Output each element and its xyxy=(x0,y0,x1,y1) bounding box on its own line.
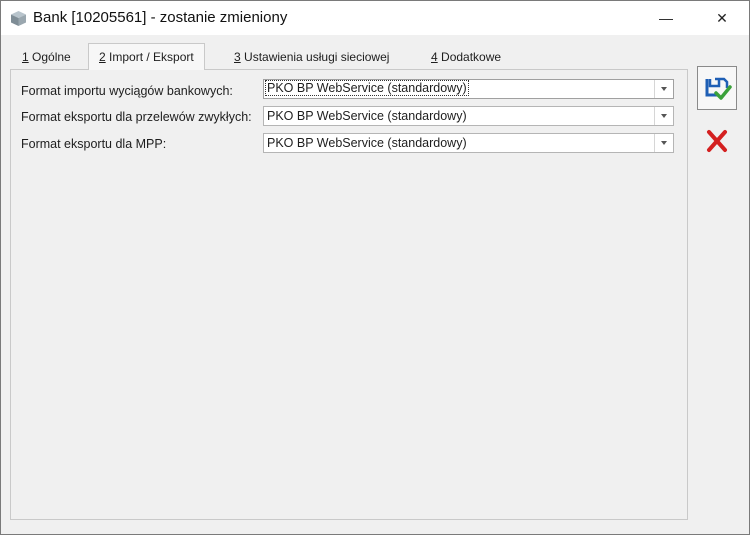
tab-ogolne[interactable]: 1 Ogólne xyxy=(12,46,81,68)
mpp-format-select[interactable]: PKO BP WebService (standardowy) xyxy=(263,133,674,153)
save-button[interactable] xyxy=(697,66,737,110)
tab-ustawienia-uslugi[interactable]: 3 Ustawienia usługi sieciowej xyxy=(224,46,399,68)
save-check-icon xyxy=(705,77,732,100)
cancel-button[interactable] xyxy=(697,119,737,163)
export-format-value: PKO BP WebService (standardowy) xyxy=(267,109,467,123)
close-button[interactable]: ✕ xyxy=(699,1,745,35)
red-x-icon xyxy=(707,130,727,152)
tab-dodatkowe[interactable]: 4 Dodatkowe xyxy=(421,46,511,68)
import-export-panel: Format importu wyciągów bankowych: PKO B… xyxy=(10,69,688,520)
mpp-format-dropdown-button[interactable] xyxy=(654,134,673,152)
tab-ustawienia-uslugi-label: Ustawienia usługi sieciowej xyxy=(240,50,390,64)
chevron-down-icon xyxy=(661,87,667,91)
export-format-select[interactable]: PKO BP WebService (standardowy) xyxy=(263,106,674,126)
import-format-label: Format importu wyciągów bankowych: xyxy=(21,84,233,98)
export-format-label: Format eksportu dla przelewów zwykłych: xyxy=(21,110,252,124)
tab-ustawienia-uslugi-key: 3 xyxy=(234,50,241,64)
tab-ogolne-key: 1 xyxy=(22,50,29,64)
tab-dodatkowe-label: Dodatkowe xyxy=(437,50,502,64)
tab-dodatkowe-key: 4 xyxy=(431,50,438,64)
dialog-window: Bank [10205561] - zostanie zmieniony — ✕… xyxy=(0,0,750,535)
app-cube-icon xyxy=(11,11,26,26)
mpp-format-value: PKO BP WebService (standardowy) xyxy=(267,136,467,150)
tab-import-eksport-key: 2 xyxy=(99,50,106,64)
mpp-format-label: Format eksportu dla MPP: xyxy=(21,137,167,151)
import-format-dropdown-button[interactable] xyxy=(654,80,673,98)
minimize-button[interactable]: — xyxy=(643,1,689,35)
import-format-value: PKO BP WebService (standardowy) xyxy=(265,80,469,96)
chevron-down-icon xyxy=(661,141,667,145)
import-format-select[interactable]: PKO BP WebService (standardowy) xyxy=(263,79,674,99)
window-title: Bank [10205561] - zostanie zmieniony xyxy=(33,9,288,26)
tab-import-eksport[interactable]: 2 Import / Eksport xyxy=(88,43,205,70)
chevron-down-icon xyxy=(661,114,667,118)
minimize-icon: — xyxy=(659,10,673,26)
export-format-dropdown-button[interactable] xyxy=(654,107,673,125)
tab-ogolne-label: Ogólne xyxy=(28,50,71,64)
title-bar[interactable]: Bank [10205561] - zostanie zmieniony — ✕ xyxy=(1,1,749,35)
tab-import-eksport-label: Import / Eksport xyxy=(105,50,194,64)
close-icon: ✕ xyxy=(716,9,728,26)
